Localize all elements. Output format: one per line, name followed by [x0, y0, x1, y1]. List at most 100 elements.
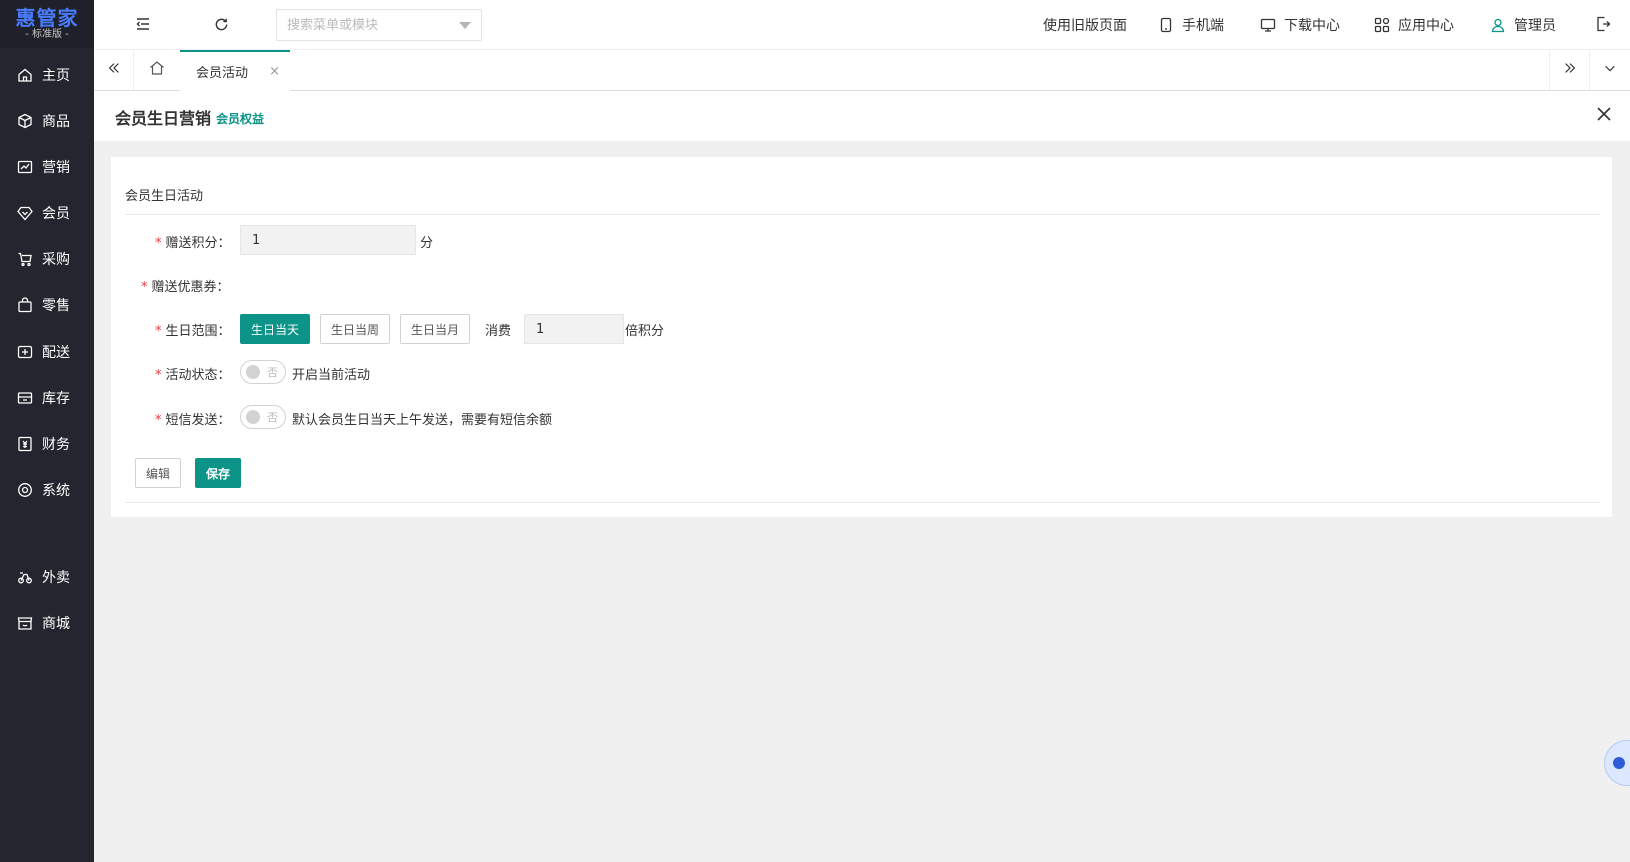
old-version-link[interactable]: 使用旧版页面 — [1043, 0, 1127, 50]
cart-icon — [17, 251, 33, 267]
toggle-text: 否 — [267, 411, 278, 424]
home-icon — [149, 60, 165, 80]
tab-label: 会员活动 — [196, 66, 249, 81]
floating-assistant-button[interactable] — [1604, 740, 1630, 786]
download-center-link[interactable]: 下载中心 — [1260, 0, 1340, 50]
sidebar-item-takeout[interactable]: 外卖 — [0, 557, 94, 597]
admin-user-label: 管理员 — [1514, 18, 1556, 34]
mobile-link[interactable]: 手机端 — [1158, 0, 1224, 50]
sidebar: 惠管家 - 标准版 - 主页 商品 营销 会员 采购 零售 配送 库存 财务 系… — [0, 0, 94, 862]
points-input[interactable] — [240, 225, 416, 255]
search-input[interactable] — [287, 17, 457, 33]
sidebar-item-inventory[interactable]: 库存 — [0, 378, 94, 418]
sidebar-item-label: 会员 — [42, 206, 70, 222]
sidebar-item-goods[interactable]: 商品 — [0, 101, 94, 141]
sidebar-item-retail[interactable]: 零售 — [0, 285, 94, 325]
divider — [125, 214, 1600, 215]
menu-collapse-icon[interactable] — [134, 15, 152, 33]
sidebar-item-purchase[interactable]: 采购 — [0, 239, 94, 279]
mobile-icon — [1160, 17, 1172, 33]
sidebar-item-label: 采购 — [42, 252, 70, 268]
points-label-text: 赠送积分： — [165, 236, 231, 251]
page-title: 会员生日营销 — [115, 109, 212, 128]
diamond-icon — [17, 205, 33, 221]
toggle-text: 否 — [267, 366, 278, 379]
tab-member-activity[interactable]: 会员活动 × — [180, 50, 290, 91]
range-option-day[interactable]: 生日当天 — [240, 314, 310, 344]
multiplier-input[interactable] — [524, 314, 624, 344]
double-chevron-left-icon — [107, 61, 121, 79]
multiplier-unit: 倍积分 — [625, 324, 665, 339]
form-card: 会员生日活动 *赠送积分： 分 *赠送优惠券： *生日范围： 生日当天 生日当周… — [110, 156, 1613, 518]
top-header: 使用旧版页面 手机端 下载中心 应用中心 管理员 — [94, 0, 1630, 50]
sidebar-item-label: 商城 — [42, 616, 70, 632]
finance-icon — [17, 436, 33, 452]
page-header: 会员生日营销 会员权益 — [94, 91, 1630, 141]
tabs-dropdown-button[interactable] — [1589, 50, 1630, 90]
sidebar-item-marketing[interactable]: 营销 — [0, 147, 94, 187]
edit-button[interactable]: 编辑 — [135, 458, 181, 488]
brand-logo[interactable]: 惠管家 - 标准版 - — [0, 0, 94, 48]
section-title: 会员生日活动 — [125, 189, 204, 204]
user-icon — [1491, 18, 1505, 33]
settings-icon — [17, 482, 33, 498]
sidebar-item-mall[interactable]: 商城 — [0, 603, 94, 643]
sidebar-item-home[interactable]: 主页 — [0, 55, 94, 95]
close-page-button[interactable] — [1594, 104, 1614, 124]
sms-label-text: 短信发送： — [165, 413, 231, 428]
status-description: 开启当前活动 — [292, 368, 371, 383]
inventory-icon — [17, 390, 33, 406]
tab-home[interactable] — [134, 50, 180, 90]
sidebar-item-label: 外卖 — [42, 570, 70, 586]
bag-icon — [17, 297, 33, 313]
sidebar-item-system[interactable]: 系统 — [0, 470, 94, 510]
sms-send-toggle[interactable]: 否 — [240, 405, 286, 429]
mall-icon — [17, 615, 33, 631]
refresh-icon[interactable] — [212, 15, 230, 33]
app-center-label: 应用中心 — [1398, 18, 1454, 34]
range-label: * 生日范围： — [155, 320, 231, 339]
apps-icon — [1374, 17, 1390, 33]
sidebar-item-label: 商品 — [42, 114, 70, 130]
divider — [125, 502, 1600, 503]
close-icon[interactable]: × — [269, 64, 280, 79]
chevron-down-icon[interactable] — [459, 22, 471, 29]
sms-description: 默认会员生日当天上午发送，需要有短信余额 — [292, 413, 553, 428]
chevron-down-icon — [1603, 61, 1617, 79]
app-center-link[interactable]: 应用中心 — [1374, 0, 1454, 50]
sidebar-item-finance[interactable]: 财务 — [0, 424, 94, 464]
mobile-label: 手机端 — [1182, 18, 1224, 34]
old-version-label: 使用旧版页面 — [1043, 18, 1127, 34]
range-option-month[interactable]: 生日当月 — [400, 314, 470, 344]
sidebar-item-label: 主页 — [42, 68, 70, 84]
required-mark: * — [155, 236, 162, 251]
home-icon — [17, 67, 33, 83]
sidebar-item-delivery[interactable]: 配送 — [0, 332, 94, 372]
coupon-label: * 赠送优惠券： — [141, 276, 230, 295]
save-button[interactable]: 保存 — [195, 458, 241, 488]
sidebar-item-members[interactable]: 会员 — [0, 193, 94, 233]
points-label: * 赠送积分： — [155, 232, 231, 251]
status-label-text: 活动状态： — [165, 368, 231, 383]
sidebar-item-label: 零售 — [42, 298, 70, 314]
menu-search[interactable] — [276, 9, 482, 41]
box-icon — [17, 113, 33, 129]
admin-user-link[interactable]: 管理员 — [1490, 0, 1556, 50]
status-label: * 活动状态： — [155, 364, 231, 383]
tabs-scroll-left-button[interactable] — [94, 50, 134, 90]
takeout-icon — [17, 569, 33, 585]
monitor-icon — [1260, 18, 1276, 32]
logout-icon[interactable] — [1594, 15, 1612, 33]
sidebar-item-label: 财务 — [42, 437, 70, 453]
tabs-scroll-right-button[interactable] — [1549, 50, 1589, 90]
range-option-week[interactable]: 生日当周 — [320, 314, 390, 344]
sidebar-item-label: 配送 — [42, 345, 70, 361]
toggle-knob — [246, 365, 260, 379]
activity-status-toggle[interactable]: 否 — [240, 360, 286, 384]
sidebar-item-label: 系统 — [42, 483, 70, 499]
brand-name: 惠管家 — [15, 6, 79, 30]
range-label-text: 生日范围： — [165, 324, 231, 339]
sidebar-item-label: 营销 — [42, 160, 70, 176]
chart-icon — [17, 159, 33, 175]
points-unit: 分 — [420, 236, 434, 251]
